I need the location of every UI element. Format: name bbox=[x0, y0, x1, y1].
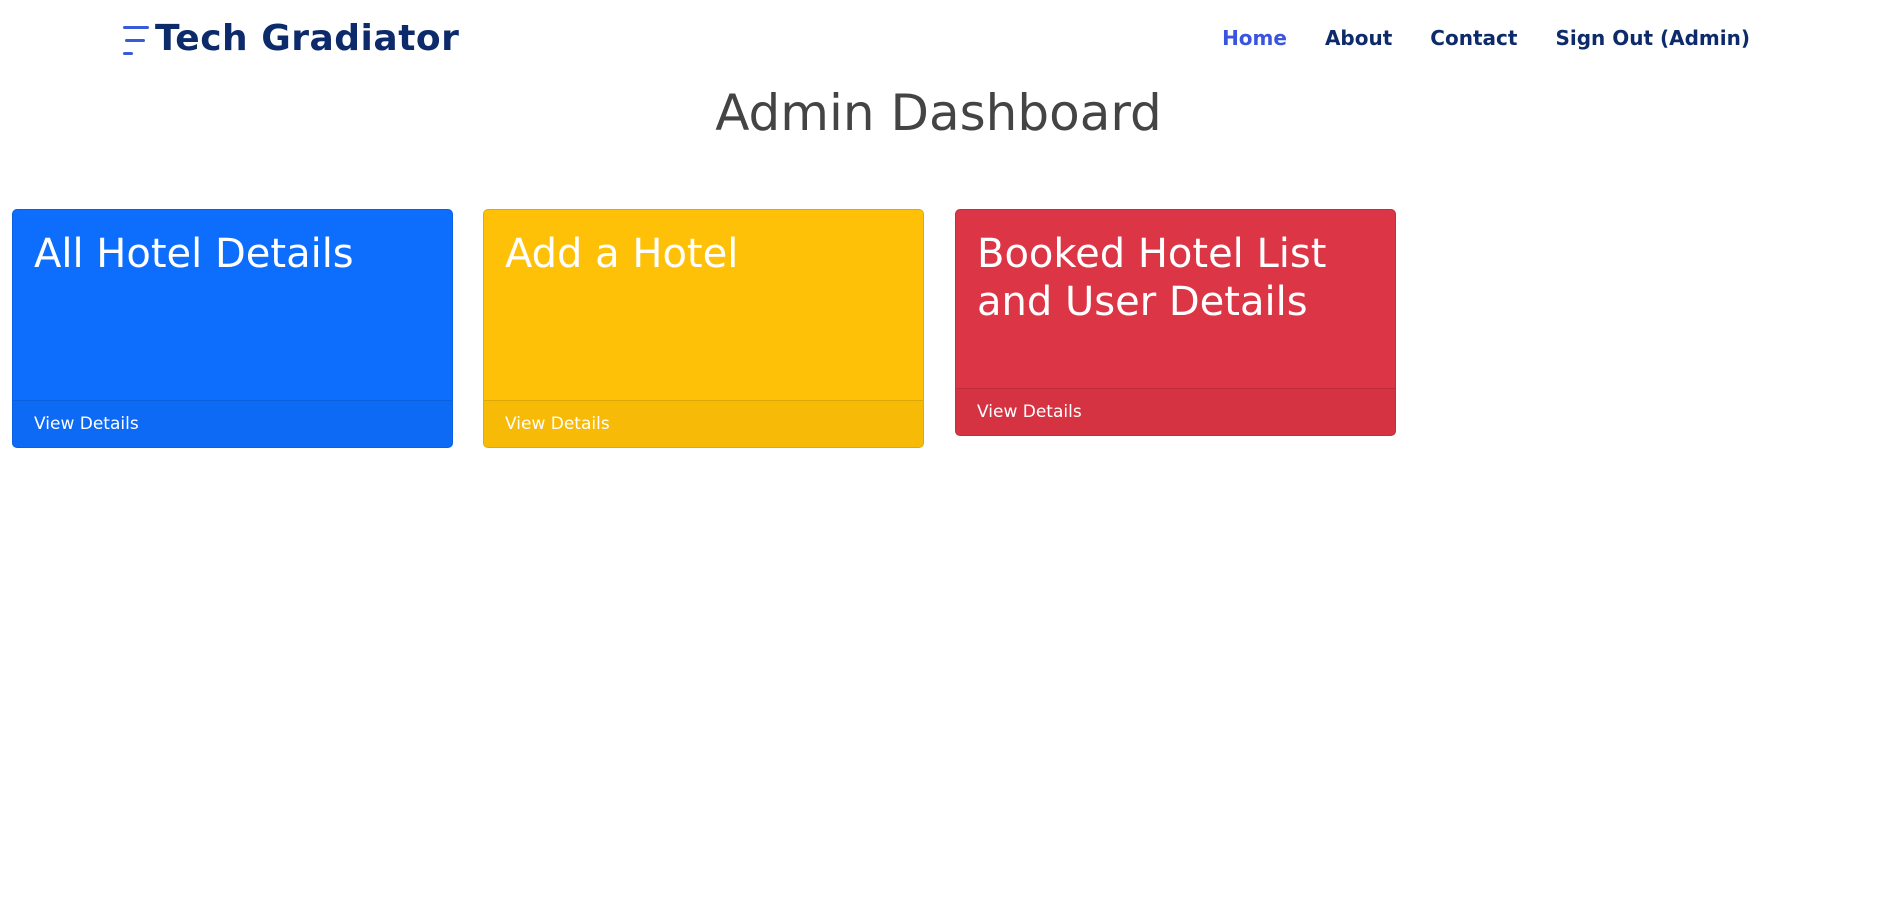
navbar: Tech Gradiator Home About Contact Sign O… bbox=[0, 0, 1877, 80]
nav-link-sign-out[interactable]: Sign Out (Admin) bbox=[1555, 26, 1750, 50]
card-body: All Hotel Details bbox=[13, 210, 452, 400]
nav-link-home[interactable]: Home bbox=[1222, 26, 1287, 50]
booked-hotel-list-card: Booked Hotel List and User Details View … bbox=[955, 209, 1396, 436]
brand-name: Tech Gradiator bbox=[155, 18, 460, 59]
view-details-link[interactable]: View Details bbox=[505, 414, 610, 434]
card-body: Booked Hotel List and User Details bbox=[956, 210, 1395, 388]
view-details-link[interactable]: View Details bbox=[977, 402, 1082, 422]
card-title: All Hotel Details bbox=[34, 231, 354, 277]
three-lines-logo-icon bbox=[123, 20, 149, 58]
add-hotel-card: Add a Hotel View Details bbox=[483, 209, 924, 448]
nav-link-about[interactable]: About bbox=[1325, 26, 1392, 50]
view-details-link[interactable]: View Details bbox=[34, 414, 139, 434]
card-footer: View Details bbox=[13, 400, 452, 447]
brand-logo-link[interactable]: Tech Gradiator bbox=[123, 18, 459, 59]
card-footer: View Details bbox=[484, 400, 923, 447]
page-title: Admin Dashboard bbox=[715, 84, 1162, 142]
all-hotel-details-card: All Hotel Details View Details bbox=[12, 209, 453, 448]
card-title: Booked Hotel List and User Details bbox=[977, 231, 1327, 325]
card-body: Add a Hotel bbox=[484, 210, 923, 400]
nav-link-contact[interactable]: Contact bbox=[1430, 26, 1517, 50]
card-title: Add a Hotel bbox=[505, 231, 739, 277]
card-footer: View Details bbox=[956, 388, 1395, 435]
nav-links: Home About Contact Sign Out (Admin) bbox=[1184, 26, 1750, 50]
